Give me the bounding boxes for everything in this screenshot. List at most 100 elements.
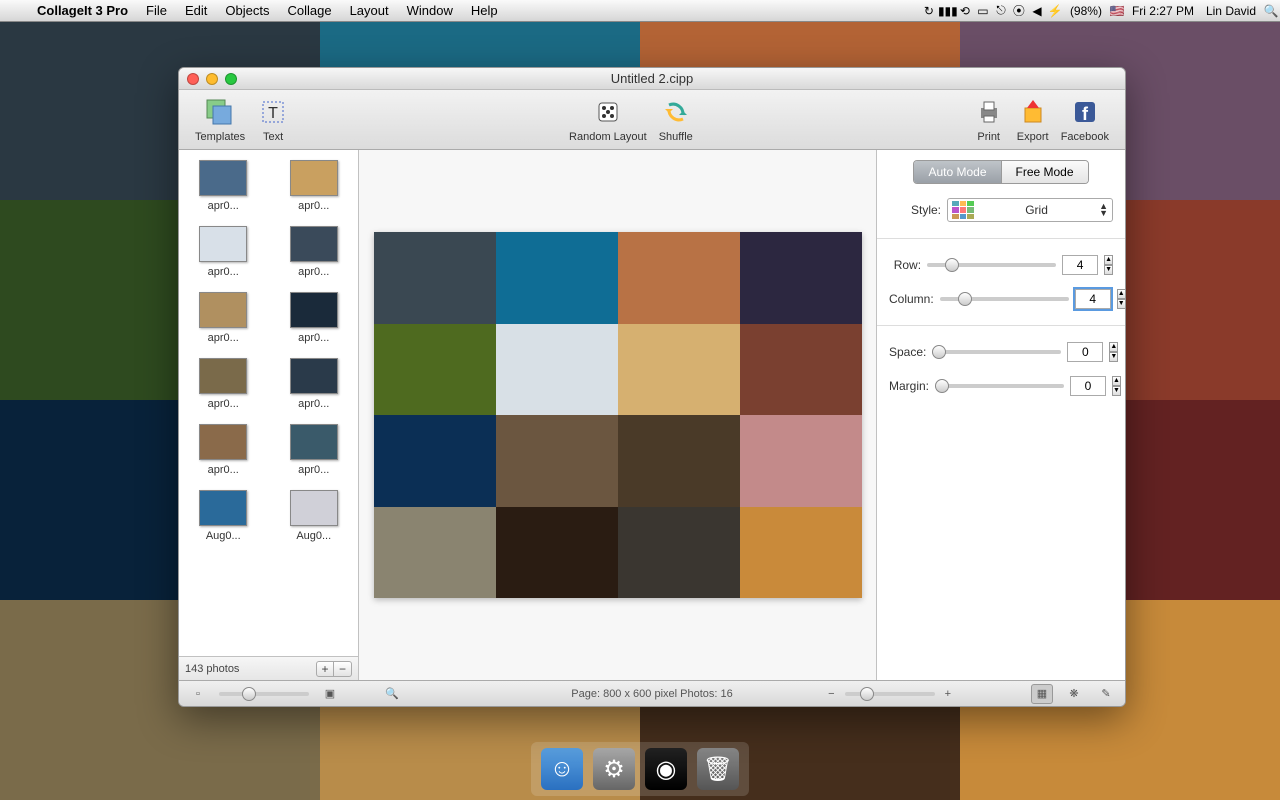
thumbnail-label: apr0... [286,200,342,212]
thumbnail-label: apr0... [195,332,251,344]
row-label: Row: [889,258,921,272]
add-photo-button[interactable]: + [316,661,334,677]
export-icon [1017,96,1049,128]
thumbnail-item[interactable]: apr0... [183,424,264,476]
thumbnail-item[interactable]: Aug0... [274,490,355,542]
text-button[interactable]: T Text [257,96,289,143]
effects-view-button[interactable]: ❋ [1063,684,1085,704]
space-slider[interactable] [932,350,1061,354]
margin-label: Margin: [889,379,929,393]
status-bluetooth-icon[interactable]: ⎋ [992,3,1010,18]
row-stepper[interactable]: ▲▼ [1104,255,1113,275]
status-timemachine-icon[interactable]: ⟲ [956,4,974,18]
free-mode-tab[interactable]: Free Mode [1001,161,1088,183]
menu-layout[interactable]: Layout [341,3,398,18]
thumbnail-label: apr0... [195,200,251,212]
style-dropdown[interactable]: Grid ▲▼ [947,198,1113,222]
shuffle-button[interactable]: Shuffle [659,96,693,143]
magnifier-icon[interactable]: 🔍 [381,684,403,704]
status-battery-icon[interactable]: ▮▮▮ [938,4,956,18]
minimize-button[interactable] [206,73,218,85]
menu-file[interactable]: File [137,3,176,18]
margin-field[interactable] [1070,376,1106,396]
space-field[interactable] [1067,342,1103,362]
menu-collage[interactable]: Collage [278,3,340,18]
facebook-button[interactable]: f Facebook [1061,96,1109,143]
menu-objects[interactable]: Objects [216,3,278,18]
templates-button[interactable]: Templates [195,96,245,143]
footer-bar: ▫ ▣ 🔍 Page: 800 x 600 pixel Photos: 16 −… [179,680,1125,706]
collage-canvas[interactable] [374,232,862,598]
titlebar[interactable]: Untitled 2.cipp [179,68,1125,90]
thumbnail-item[interactable]: apr0... [274,292,355,344]
thumbnail-item[interactable]: apr0... [183,226,264,278]
status-volume-icon[interactable]: ◀ [1028,4,1046,18]
print-icon [973,96,1005,128]
thumbnail-item[interactable]: apr0... [183,358,264,410]
finder-icon[interactable]: ☺ [541,748,583,790]
photo-count: 143 photos [185,663,239,675]
margin-stepper[interactable]: ▲▼ [1112,376,1121,396]
column-stepper[interactable]: ▲▼ [1117,289,1126,309]
thumbnail-item[interactable]: apr0... [183,160,264,212]
app-window: Untitled 2.cipp Templates T Text Random … [178,67,1126,707]
margin-slider[interactable] [935,384,1064,388]
thumbnail-item[interactable]: apr0... [274,424,355,476]
thumbnail-label: apr0... [195,464,251,476]
status-sync-icon[interactable]: ↻ [920,4,938,18]
status-user[interactable]: Lin David [1200,4,1262,18]
thumbnail-item[interactable]: Aug0... [183,490,264,542]
trash-icon[interactable]: 🗑 [697,748,739,790]
style-label: Style: [889,203,941,217]
menu-edit[interactable]: Edit [176,3,216,18]
menu-help[interactable]: Help [462,3,507,18]
status-display-icon[interactable]: ▭ [974,4,992,18]
edit-view-button[interactable]: ✎ [1095,684,1117,704]
status-wifi-icon[interactable]: ⦿ [1010,2,1028,19]
row-slider[interactable] [927,263,1056,267]
column-label: Column: [889,292,934,306]
spotlight-icon[interactable]: 🔍 [1262,4,1280,18]
print-button[interactable]: Print [973,96,1005,143]
layout-view-button[interactable]: ▦ [1031,684,1053,704]
canvas-zoom-slider[interactable] [845,692,935,696]
thumbnail-label: Aug0... [286,530,342,542]
row-field[interactable] [1062,255,1098,275]
thumbnail-item[interactable]: apr0... [274,160,355,212]
thumb-zoom-slider[interactable] [219,692,309,696]
canvas-area[interactable] [359,150,877,680]
zoom-in-sidebar-icon[interactable]: ▣ [319,684,341,704]
zoom-plus-button[interactable]: + [945,688,951,700]
close-button[interactable] [187,73,199,85]
dock[interactable]: ☺ ⚙ ◉ 🗑 [531,742,749,796]
space-stepper[interactable]: ▲▼ [1109,342,1118,362]
thumbnail-item[interactable]: apr0... [183,292,264,344]
column-slider[interactable] [940,297,1069,301]
remove-photo-button[interactable]: − [334,661,352,677]
random-layout-button[interactable]: Random Layout [569,96,647,143]
thumbnail-label: apr0... [286,464,342,476]
status-clock[interactable]: Fri 2:27 PM [1126,4,1200,18]
zoom-button[interactable] [225,73,237,85]
app-menu[interactable]: CollageIt 3 Pro [28,3,137,18]
status-battery-percent[interactable]: (98%) [1064,4,1108,18]
thumbnail-list[interactable]: apr0...apr0...apr0...apr0...apr0...apr0.… [179,150,358,656]
status-power-icon[interactable]: ⚡ [1046,4,1064,18]
thumbnail-item[interactable]: apr0... [274,226,355,278]
zoom-minus-button[interactable]: − [828,688,834,700]
thumbnail-label: apr0... [286,332,342,344]
menubar: CollageIt 3 Pro File Edit Objects Collag… [0,0,1280,22]
column-field[interactable] [1075,289,1111,309]
thumbnail-label: apr0... [195,266,251,278]
thumbnail-item[interactable]: apr0... [274,358,355,410]
status-flag-icon[interactable]: 🇺🇸 [1108,4,1126,18]
settings-icon[interactable]: ⚙ [593,748,635,790]
mode-segmented-control[interactable]: Auto Mode Free Mode [913,160,1088,184]
auto-mode-tab[interactable]: Auto Mode [914,161,1000,183]
space-label: Space: [889,345,926,359]
menu-window[interactable]: Window [398,3,462,18]
zoom-out-sidebar-icon[interactable]: ▫ [187,684,209,704]
shuffle-icon [660,96,692,128]
export-button[interactable]: Export [1017,96,1049,143]
app-icon[interactable]: ◉ [645,748,687,790]
